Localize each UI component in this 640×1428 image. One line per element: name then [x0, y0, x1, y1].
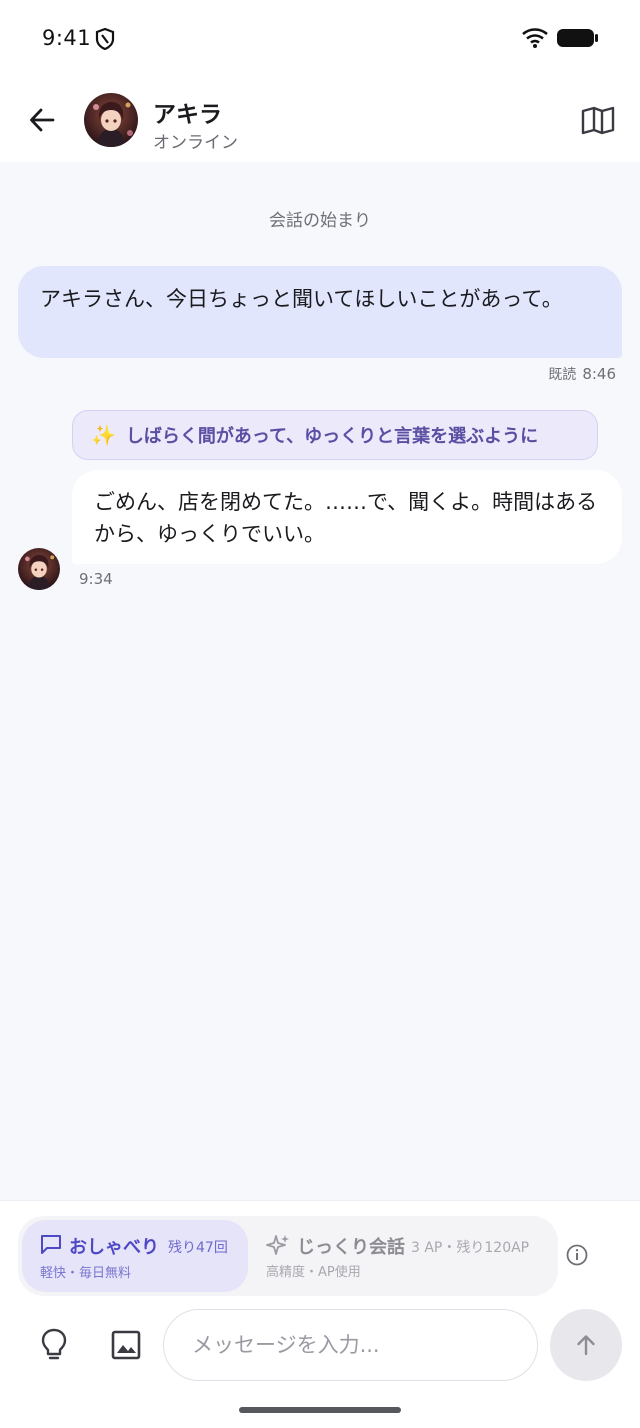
mode-chat-subtitle: 軽快・毎日無料 — [40, 1266, 132, 1281]
story-book-button[interactable] — [578, 102, 618, 138]
mode-deep-subtitle: 高精度・AP使用 — [266, 1265, 361, 1280]
composer-panel: おしゃべり 残り47回 軽快・毎日無料 じっくり会話 3 AP・残り120AP … — [0, 1200, 640, 1428]
conversation-start-label: 会話の始まり — [269, 211, 371, 231]
shield-icon — [95, 28, 115, 50]
message-meta: 既読 8:46 — [548, 364, 616, 384]
sparkle-icon[interactable] — [266, 1233, 290, 1257]
contact-name: アキラ — [153, 102, 222, 128]
status-time: 9:41 — [42, 26, 92, 50]
info-icon[interactable] — [565, 1243, 589, 1267]
hint-button[interactable] — [36, 1325, 72, 1365]
bot-message-bubble: ごめん、店を閉めてた。……で、聞くよ。時間はあるから、ゆっくりでいい。 — [72, 470, 622, 564]
image-icon — [111, 1330, 141, 1360]
home-indicator — [239, 1407, 401, 1413]
avatar[interactable] — [84, 93, 138, 147]
arrow-up-icon — [577, 1335, 595, 1356]
back-button[interactable] — [22, 100, 62, 140]
send-button[interactable] — [550, 1309, 622, 1381]
mode-deep-title[interactable]: じっくり会話 — [297, 1233, 405, 1259]
read-receipt: 既読 — [548, 367, 577, 383]
book-map-icon — [581, 106, 615, 135]
status-bar: 9:41 — [0, 0, 640, 76]
message-text: アキラさん、今日ちょっと聞いてほしいことがあって。 — [40, 287, 563, 311]
avatar-image — [18, 548, 60, 590]
mode-chat-title: おしゃべり — [69, 1237, 159, 1258]
wifi-icon — [522, 28, 548, 48]
arrow-left-icon — [30, 108, 55, 132]
message-time: 9:34 — [79, 570, 113, 588]
chat-bubble-icon — [41, 1235, 61, 1254]
mode-deep-cost: 3 AP・残り120AP — [411, 1240, 530, 1256]
message-time: 8:46 — [582, 365, 616, 383]
battery-icon — [557, 29, 598, 47]
attach-image-button[interactable] — [106, 1325, 146, 1365]
avatar-image — [84, 93, 138, 147]
user-message-bubble: アキラさん、今日ちょっと聞いてほしいことがあって。 — [18, 266, 622, 358]
message-input[interactable] — [163, 1309, 538, 1381]
avatar[interactable] — [18, 548, 60, 590]
mode-chat-remaining: 残り47回 — [168, 1240, 228, 1256]
action-description: ✨ しばらく間があって、ゆっくりと言葉を選ぶように — [72, 410, 598, 460]
chat-header: アキラ オンライン — [0, 76, 640, 162]
contact-status: オンライン — [153, 133, 238, 153]
sparkles-icon: ✨ — [91, 423, 116, 447]
lightbulb-icon — [41, 1328, 67, 1360]
action-text: しばらく間があって、ゆっくりと言葉を選ぶように — [125, 426, 539, 447]
message-text: ごめん、店を閉めてた。……で、聞くよ。時間はあるから、ゆっくりでいい。 — [94, 490, 598, 546]
